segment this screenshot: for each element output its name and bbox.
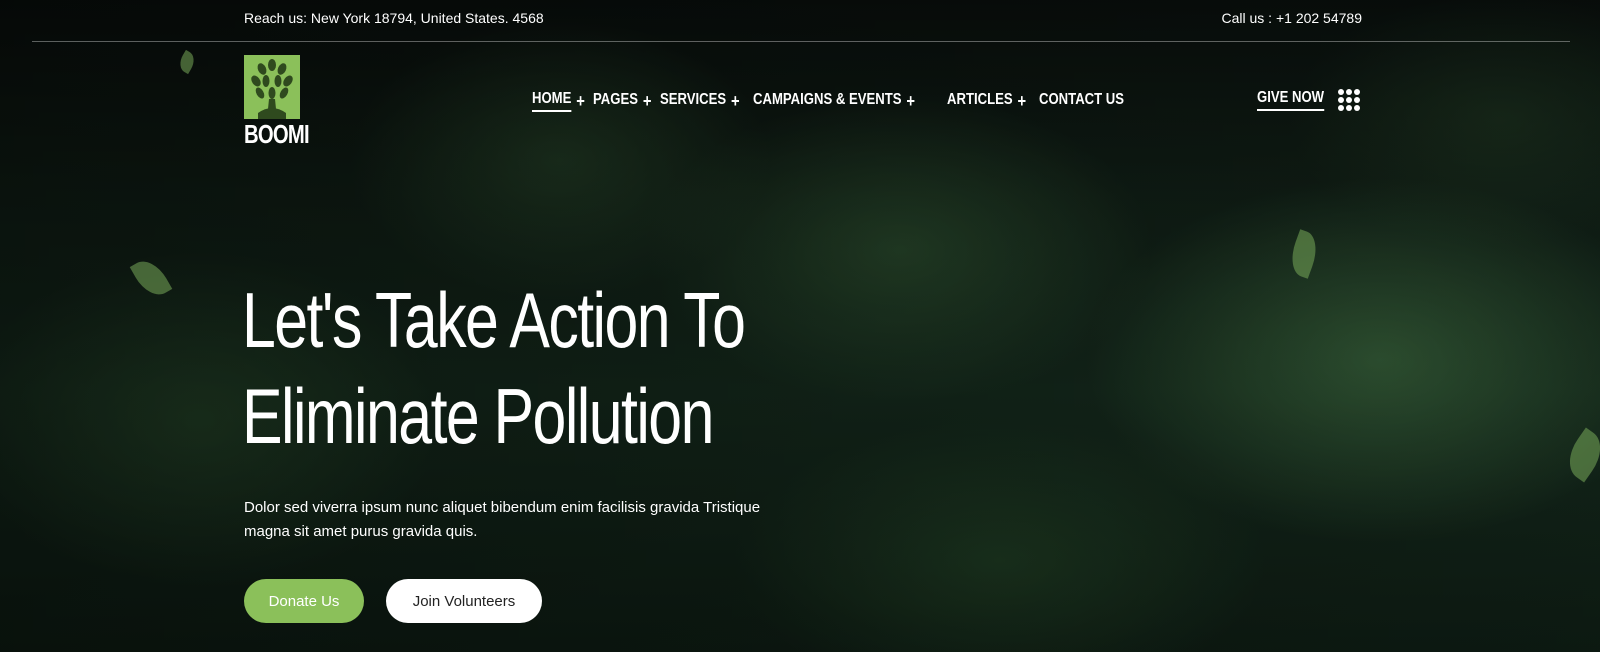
- address-text: Reach us: New York 18794, United States.…: [244, 10, 544, 26]
- plus-icon: +: [576, 91, 585, 111]
- nav-item-label: CAMPAIGNS & EVENTS: [753, 91, 902, 108]
- headline-line-1: Let's Take Action To: [242, 276, 746, 364]
- tree-icon: [244, 55, 300, 119]
- join-volunteers-button[interactable]: Join Volunteers: [386, 579, 542, 623]
- top-bar: Reach us: New York 18794, United States.…: [32, 0, 1570, 42]
- hero-headline: Let's Take Action To Eliminate Pollution: [242, 272, 746, 464]
- main-nav: HOME + PAGES + SERVICES + CAMPAIGNS & EV…: [532, 90, 1124, 112]
- plus-icon: +: [730, 91, 740, 111]
- nav-item-pages[interactable]: PAGES +: [593, 90, 652, 112]
- nav-item-home[interactable]: HOME +: [532, 90, 585, 112]
- nav-item-label: ARTICLES: [946, 91, 1013, 108]
- hero-description: Dolor sed viverra ipsum nunc aliquet bib…: [244, 499, 761, 540]
- nav-item-label: PAGES: [592, 91, 638, 108]
- site-logo[interactable]: BOOMI: [244, 55, 310, 149]
- nav-item-label: HOME: [532, 90, 572, 112]
- plus-icon: +: [642, 91, 652, 111]
- nav-item-services[interactable]: SERVICES +: [660, 90, 740, 112]
- logo-text: BOOMI: [244, 119, 310, 149]
- phone-text[interactable]: Call us : +1 202 54789: [1222, 10, 1363, 26]
- plus-icon: +: [1017, 91, 1026, 111]
- nav-item-label: CONTACT US: [1039, 91, 1125, 108]
- nav-item-articles[interactable]: ARTICLES +: [947, 90, 1026, 112]
- headline-line-2: Eliminate Pollution: [242, 372, 714, 460]
- donate-button[interactable]: Donate Us: [244, 579, 364, 623]
- nav-item-campaigns-events[interactable]: CAMPAIGNS & EVENTS +: [753, 90, 915, 112]
- grid-menu-icon[interactable]: [1338, 89, 1360, 111]
- nav-item-label: SERVICES: [659, 91, 726, 108]
- plus-icon: +: [906, 91, 916, 111]
- give-now-link[interactable]: GIVE NOW: [1257, 89, 1325, 111]
- nav-item-contact-us[interactable]: CONTACT US: [1039, 90, 1124, 112]
